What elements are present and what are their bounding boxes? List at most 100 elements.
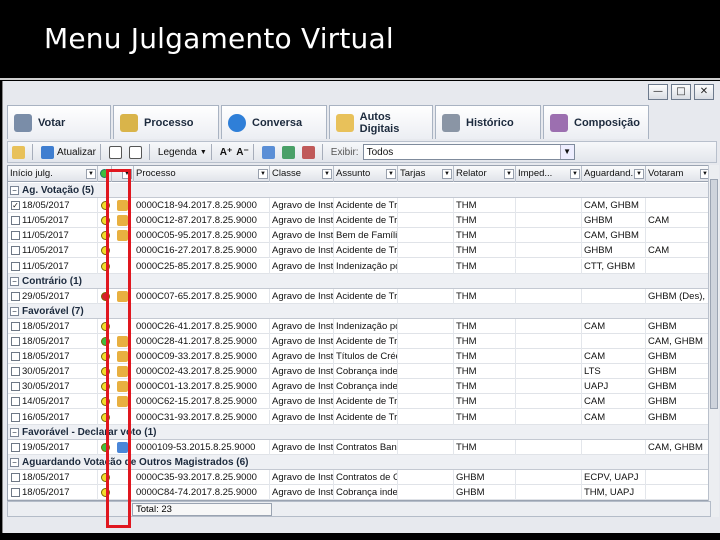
close-button[interactable]: ✕	[694, 84, 714, 100]
cell-tarjas	[398, 469, 454, 485]
col-classe[interactable]: Classe ▼	[270, 166, 334, 182]
row-checkbox[interactable]	[11, 261, 20, 271]
col-inicio[interactable]: Início julg. ▼	[8, 166, 98, 182]
tab-composicao[interactable]: Composição	[543, 105, 649, 139]
filter-dropdown-icon[interactable]: ▼	[322, 169, 332, 179]
cell-date: 11/05/2017	[20, 243, 98, 259]
cell-classe: Agravo de Instru	[272, 228, 334, 244]
row-checkbox[interactable]	[11, 397, 20, 407]
row-checkbox[interactable]	[11, 246, 20, 256]
group-label: Aguardando Votação de Outros Magistrados…	[22, 456, 249, 468]
window-controls: — □ ✕	[648, 84, 714, 100]
filter-button[interactable]	[261, 143, 278, 161]
cell-assunto: Bem de Família	[336, 228, 398, 244]
filter-dropdown-icon[interactable]: ▼	[634, 169, 644, 179]
cell-tarjas	[398, 379, 454, 395]
col-assunto[interactable]: Assunto ▼	[334, 166, 398, 182]
cell-classe: Agravo de Instru	[272, 485, 334, 500]
tab-conversa[interactable]: Conversa	[221, 105, 327, 139]
collapse-icon[interactable]: −	[10, 276, 19, 286]
cell-classe: Agravo de Instru	[272, 409, 334, 425]
row-checkbox[interactable]	[11, 291, 20, 301]
row-checkbox[interactable]: ✓	[11, 201, 20, 211]
tab-processo[interactable]: Processo	[113, 105, 219, 139]
col-processo[interactable]: Processo ▼	[134, 166, 270, 182]
decrease-font-button[interactable]: A⁻	[236, 143, 249, 161]
row-checkbox[interactable]	[11, 367, 20, 377]
cell-aguardando: CAM, GHBM	[582, 228, 646, 244]
cell-classe: Agravo de Instru	[272, 364, 334, 380]
row-checkbox[interactable]	[11, 321, 20, 331]
tab-autos-digitais[interactable]: Autos Digitais	[329, 105, 433, 139]
cell-date: 18/05/2017	[20, 198, 98, 214]
exibir-select[interactable]: Todos ▼	[362, 144, 575, 160]
col-label: Votaram	[648, 168, 684, 179]
cell-tarjas	[398, 288, 454, 304]
cell-imped	[516, 469, 582, 485]
cell-votaram	[646, 259, 710, 274]
cell-classe: Agravo de Instru	[272, 243, 334, 259]
grid-button[interactable]	[281, 143, 298, 161]
export-icon	[301, 145, 315, 159]
col-label: Processo	[136, 168, 176, 179]
filter-dropdown-icon[interactable]: ▼	[570, 169, 580, 179]
vote-icon	[14, 113, 32, 132]
cell-date: 29/05/2017	[20, 288, 98, 304]
collapse-icon[interactable]: −	[10, 306, 19, 316]
vertical-scrollbar[interactable]	[708, 165, 719, 517]
open-folder-button[interactable]	[12, 143, 28, 161]
cell-classe: Agravo de Instru	[272, 213, 334, 229]
row-checkbox[interactable]	[11, 216, 20, 226]
collapse-all-button[interactable]	[128, 143, 145, 161]
atualizar-button[interactable]: Atualizar	[41, 143, 96, 161]
group-label: Contrário (1)	[22, 275, 82, 287]
legenda-button[interactable]: Legenda ▼	[158, 143, 207, 161]
row-checkbox[interactable]	[11, 337, 20, 346]
filter-dropdown-icon[interactable]: ▼	[258, 169, 268, 179]
cell-processo: 0000C05-95.2017.8.25.9000	[134, 228, 270, 244]
tab-historico[interactable]: Histórico	[435, 105, 541, 139]
toolbar-separator	[32, 144, 33, 160]
cell-assunto: Acidente de Trãl	[336, 243, 398, 259]
collapse-icon[interactable]: −	[10, 427, 19, 437]
expand-all-button[interactable]	[108, 143, 125, 161]
cell-imped	[516, 198, 582, 214]
cell-imped	[516, 258, 582, 274]
row-checkbox[interactable]	[11, 472, 20, 482]
row-checkbox[interactable]	[11, 231, 20, 241]
filter-dropdown-icon[interactable]: ▼	[442, 169, 452, 179]
row-checkbox[interactable]	[11, 412, 20, 422]
export-button[interactable]	[301, 143, 318, 161]
filter-dropdown-icon[interactable]: ▼	[504, 169, 514, 179]
col-votaram[interactable]: Votaram ▼	[646, 166, 710, 182]
cell-assunto: Cobrança indevi	[336, 485, 398, 500]
cell-processo: 0000C25-85.2017.8.25.9000	[134, 258, 270, 274]
cell-relator: THM	[454, 258, 516, 274]
col-relator[interactable]: Relator ▼	[454, 166, 516, 182]
increase-font-button[interactable]: A⁺	[220, 143, 233, 161]
maximize-button[interactable]: □	[671, 84, 691, 100]
cell-aguardando	[582, 334, 646, 349]
cell-aguardando: CAM	[582, 318, 646, 334]
collapse-icon[interactable]: −	[10, 186, 19, 195]
tab-votar[interactable]: Votar	[7, 105, 111, 139]
cell-date: 18/05/2017	[20, 318, 98, 334]
col-aguardando[interactable]: Aguardand... ▼	[582, 166, 646, 182]
col-tarjas[interactable]: Tarjas ▼	[398, 166, 454, 182]
collapse-icon[interactable]: −	[10, 457, 19, 467]
group-label: Favorável - Declarar voto (1)	[22, 426, 157, 438]
cell-assunto: Contratos de Cor	[334, 469, 398, 485]
cell-votaram: GHBM	[646, 364, 710, 379]
row-checkbox[interactable]	[11, 352, 20, 362]
row-checkbox[interactable]	[11, 382, 20, 392]
tab-label: Histórico	[466, 116, 514, 129]
filter-dropdown-icon[interactable]: ▼	[386, 169, 396, 179]
filter-dropdown-icon[interactable]: ▼	[86, 169, 96, 179]
row-checkbox[interactable]	[11, 442, 20, 452]
people-icon	[550, 113, 568, 132]
row-checkbox[interactable]	[11, 488, 20, 497]
minimize-button[interactable]: —	[648, 84, 668, 100]
scrollbar-thumb[interactable]	[710, 179, 718, 409]
cell-assunto: Acidente de Trãl	[336, 334, 398, 349]
col-impedido[interactable]: Imped... ▼	[516, 166, 582, 182]
